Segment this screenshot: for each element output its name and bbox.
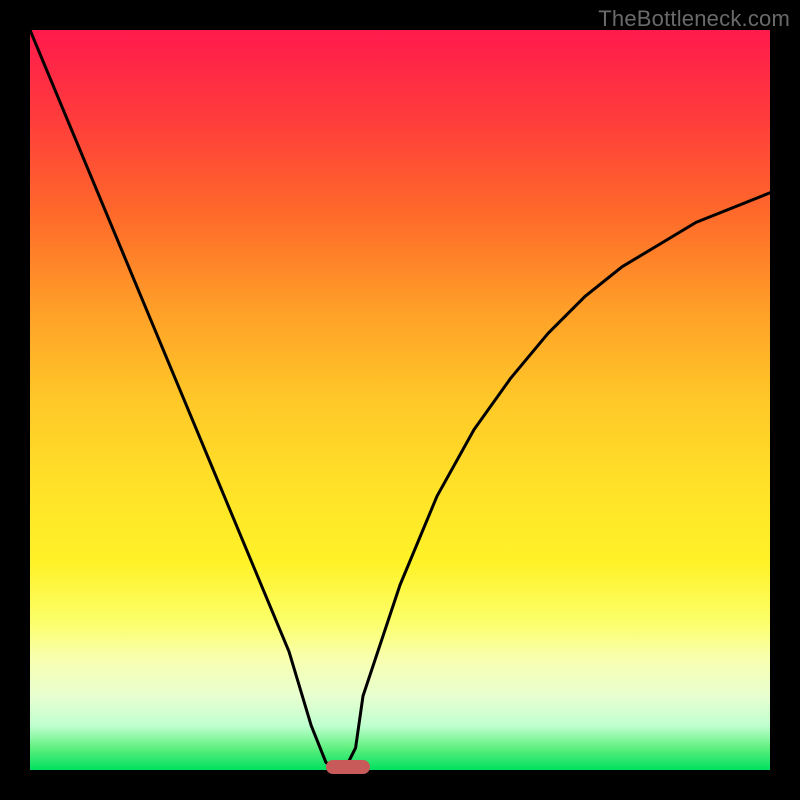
watermark-text: TheBottleneck.com (598, 6, 790, 32)
plot-area (30, 30, 770, 770)
chart-frame: TheBottleneck.com (0, 0, 800, 800)
optimal-range-marker (326, 760, 370, 774)
bottleneck-curve (30, 30, 770, 770)
